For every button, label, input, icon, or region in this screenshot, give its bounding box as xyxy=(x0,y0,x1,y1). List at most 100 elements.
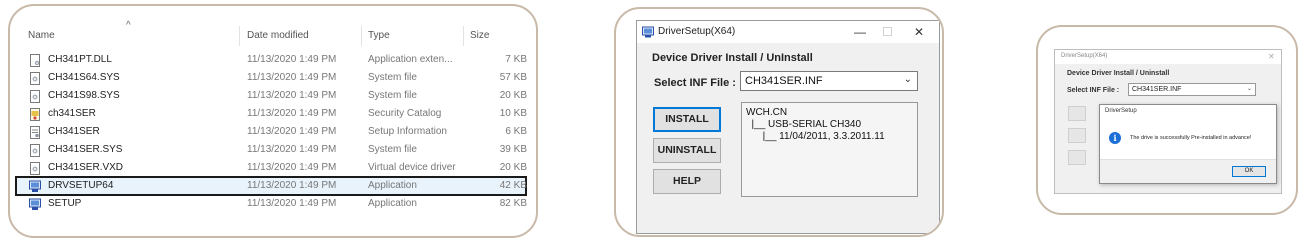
file-date: 11/13/2020 1:49 PM xyxy=(247,54,337,65)
section-heading: Device Driver Install / Uninstall xyxy=(1067,70,1170,77)
dialog-title: DriverSetup xyxy=(1105,108,1137,114)
file-name: CH341S98.SYS xyxy=(48,90,120,101)
install-button[interactable]: INSTALL xyxy=(653,107,721,132)
file-row[interactable]: ch341SER 11/13/2020 1:49 PM Security Catal… xyxy=(10,105,536,123)
driver-info-box: WCH.CN |__ USB-SERIAL CH340 |__ 11/04/20… xyxy=(741,102,918,197)
driver-info-line: |__ 11/04/2011, 3.3.2011.11 xyxy=(746,131,885,142)
driver-info-line: |__ USB-SERIAL CH340 xyxy=(746,119,862,130)
file-row[interactable]: CH341S64.SYS 11/13/2020 1:49 PM System fil… xyxy=(10,69,536,87)
title-bar: DriverSetup(X64) ✕ xyxy=(1055,50,1281,64)
close-icon[interactable]: ✕ xyxy=(914,23,924,41)
file-size: 10 KB xyxy=(499,108,527,119)
uninstall-button[interactable]: UNINSTALL xyxy=(653,138,721,163)
inf-file-select[interactable]: CH341SER.INF ⌄ xyxy=(1128,83,1256,96)
file-type: Application xyxy=(368,180,417,191)
column-divider[interactable] xyxy=(361,26,362,46)
file-name: DRVSETUP64 xyxy=(48,180,114,191)
driver-info-line: WCH.CN xyxy=(746,107,788,118)
file-type: System file xyxy=(368,90,417,101)
file-type: Security Catalog xyxy=(368,108,442,119)
file-type: Setup Information xyxy=(368,126,447,137)
system-file-icon xyxy=(30,72,40,85)
inf-file-value: CH341SER.INF xyxy=(745,75,823,87)
setup-app-icon xyxy=(29,198,41,210)
inf-file-label: Select INF File : xyxy=(1067,87,1120,94)
chevron-down-icon: ⌄ xyxy=(903,74,912,85)
maximize-icon[interactable]: ☐ xyxy=(882,23,893,41)
system-file-icon xyxy=(30,144,40,157)
file-row[interactable]: CH341SER.VXD 11/13/2020 1:49 PM Virtual de… xyxy=(10,159,536,177)
file-name: CH341S64.SYS xyxy=(48,72,120,83)
file-size: 42 KB xyxy=(499,180,527,191)
setup-app-icon xyxy=(29,180,41,192)
file-type: System file xyxy=(368,144,417,155)
uninstall-button[interactable] xyxy=(1068,128,1086,143)
file-date: 11/13/2020 1:49 PM xyxy=(247,72,337,83)
driver-setup-app-icon xyxy=(642,26,654,38)
file-list: ^ Name Date modified Type Size CH341PT.D… xyxy=(10,6,536,236)
file-row[interactable]: CH341S98.SYS 11/13/2020 1:49 PM System fil… xyxy=(10,87,536,105)
file-size: 20 KB xyxy=(499,90,527,101)
file-date: 11/13/2020 1:49 PM xyxy=(247,144,337,155)
success-dialog-panel: DriverSetup(X64) ✕ Device Driver Install… xyxy=(1036,25,1298,215)
inf-file-value: CH341SER.INF xyxy=(1132,86,1182,93)
dialog-footer: OK xyxy=(1100,159,1276,183)
file-date: 11/13/2020 1:49 PM xyxy=(247,126,337,137)
file-name: SETUP xyxy=(48,198,82,209)
close-icon[interactable]: ✕ xyxy=(1268,50,1275,63)
dialog-message: The drive is successfully Pre-installed … xyxy=(1130,135,1252,141)
file-date: 11/13/2020 1:49 PM xyxy=(247,108,337,119)
file-type: Virtual device driver xyxy=(368,162,456,173)
minimize-icon[interactable]: — xyxy=(854,23,866,41)
file-size: 20 KB xyxy=(499,162,527,173)
column-divider[interactable] xyxy=(463,26,464,46)
file-row-selected[interactable]: DRVSETUP64 11/13/2020 1:49 PM Application 4… xyxy=(15,176,527,196)
file-row[interactable]: CH341SER.SYS 11/13/2020 1:49 PM System fil… xyxy=(10,141,536,159)
file-name: CH341SER xyxy=(48,126,100,137)
file-size: 82 KB xyxy=(499,198,527,209)
sort-ascending-icon: ^ xyxy=(126,20,131,31)
inf-file-select[interactable]: CH341SER.INF ⌄ xyxy=(740,71,918,91)
driver-setup-window: DriverSetup(X64) — ☐ ✕ Device Driver Ins… xyxy=(636,20,940,234)
file-size: 39 KB xyxy=(499,144,527,155)
info-icon: i xyxy=(1109,132,1121,144)
column-header-date[interactable]: Date modified xyxy=(247,30,309,41)
section-heading: Device Driver Install / UnInstall xyxy=(652,52,813,64)
column-divider[interactable] xyxy=(239,26,240,46)
setup-info-icon xyxy=(30,126,40,139)
file-name: ch341SER xyxy=(48,108,96,119)
file-size: 6 KB xyxy=(505,126,527,137)
help-button[interactable]: HELP xyxy=(653,169,721,194)
security-catalog-icon xyxy=(30,108,40,121)
system-file-icon xyxy=(30,162,40,175)
driver-setup-window-background: DriverSetup(X64) ✕ Device Driver Install… xyxy=(1054,49,1282,194)
message-dialog: DriverSetup i The drive is successfully … xyxy=(1099,104,1277,184)
system-file-icon xyxy=(30,90,40,103)
file-row[interactable]: CH341SER 11/13/2020 1:49 PM Setup Informat… xyxy=(10,123,536,141)
window-title: DriverSetup(X64) xyxy=(1061,53,1108,59)
file-name: CH341SER.VXD xyxy=(48,162,124,173)
file-type: Application xyxy=(368,198,417,209)
driver-setup-panel: DriverSetup(X64) — ☐ ✕ Device Driver Ins… xyxy=(614,7,944,237)
window-title: DriverSetup(X64) xyxy=(658,26,736,37)
file-date: 11/13/2020 1:49 PM xyxy=(247,90,337,101)
chevron-down-icon: ⌄ xyxy=(1246,86,1252,92)
file-date: 11/13/2020 1:49 PM xyxy=(247,198,337,209)
file-type: System file xyxy=(368,72,417,83)
file-name: CH341SER.SYS xyxy=(48,144,123,155)
file-type: Application exten... xyxy=(368,54,453,65)
file-size: 57 KB xyxy=(499,72,527,83)
install-button[interactable] xyxy=(1068,106,1086,121)
inf-file-label: Select INF File : xyxy=(654,77,736,89)
file-date: 11/13/2020 1:49 PM xyxy=(247,162,337,173)
file-row[interactable]: CH341PT.DLL 11/13/2020 1:49 PM Application… xyxy=(10,51,536,69)
ok-button[interactable]: OK xyxy=(1232,166,1266,177)
column-header-type[interactable]: Type xyxy=(368,30,390,41)
help-button[interactable] xyxy=(1068,150,1086,165)
dll-file-icon xyxy=(30,54,40,67)
column-header-size[interactable]: Size xyxy=(470,30,489,41)
column-header-name[interactable]: Name xyxy=(28,30,55,41)
file-date: 11/13/2020 1:49 PM xyxy=(247,180,337,191)
file-row[interactable]: SETUP 11/13/2020 1:49 PM Application 82 KB xyxy=(10,195,536,213)
file-name: CH341PT.DLL xyxy=(48,54,112,65)
